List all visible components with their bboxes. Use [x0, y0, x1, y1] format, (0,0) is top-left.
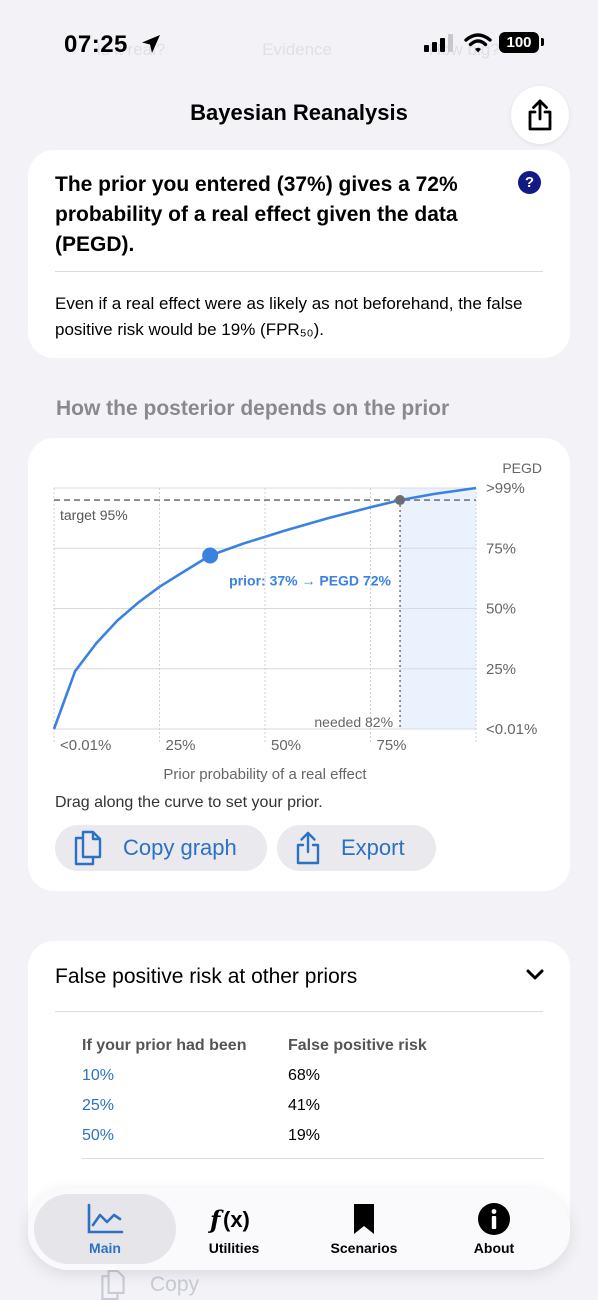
copy-graph-label: Copy graph [123, 835, 237, 860]
chevron-down-icon[interactable] [525, 967, 545, 983]
divider [82, 1158, 544, 1159]
divider [55, 1011, 543, 1012]
tab-bar: Main ƒ (x) Utilities Scenarios About [28, 1188, 570, 1270]
y-tick-label: >99% [486, 480, 525, 497]
prior-value[interactable]: 10% [82, 1067, 288, 1085]
y-tick-label: 50% [486, 601, 516, 618]
function-icon: ƒ (x) [208, 1205, 250, 1234]
export-button[interactable]: Export [277, 825, 436, 871]
y-tick-label: <0.01% [486, 721, 537, 738]
copy-graph-button[interactable]: Copy graph [55, 825, 267, 871]
fpr-value: 41% [288, 1097, 321, 1114]
column-header: False positive risk [288, 1037, 427, 1054]
battery-indicator: 100 [499, 32, 539, 53]
svg-text:ƒ: ƒ [208, 1205, 224, 1234]
bookmark-icon [354, 1204, 374, 1234]
tab-utilities[interactable]: ƒ (x) Utilities [166, 1194, 302, 1264]
tab-label: Scenarios [330, 1240, 398, 1256]
fpr-table: If your prior had been False positive ri… [82, 1031, 502, 1151]
fpr-value: 68% [288, 1067, 321, 1084]
drag-hint: Drag along the curve to set your prior. [55, 794, 323, 811]
fpr-title[interactable]: False positive risk at other priors [55, 965, 357, 989]
table-row: 50% 19% [82, 1121, 502, 1151]
x-tick-label: <0.01% [60, 737, 111, 754]
x-tick-label: 50% [271, 737, 301, 754]
table-row: 25% 41% [82, 1091, 502, 1121]
battery-cap [541, 38, 544, 46]
posterior-prior-chart[interactable]: prior: 37% → PEGD 72% target 95% needed 82… [28, 438, 570, 788]
selected-point-label: prior: 37% → PEGD 72% [229, 572, 391, 588]
summary-body: Even if a real effect were as likely as … [55, 294, 523, 339]
export-label: Export [341, 835, 405, 860]
target-intersection-point [395, 495, 406, 506]
page-title: Bayesian Reanalysis [190, 100, 408, 125]
x-tick-label: 75% [377, 737, 407, 754]
tab-main[interactable]: Main [34, 1194, 176, 1264]
chart-card: prior: 37% → PEGD 72% target 95% needed 82… [28, 438, 570, 891]
target-label: target 95% [60, 507, 128, 523]
fpr-value: 19% [288, 1127, 321, 1144]
y-axis-title: PEGD [502, 460, 542, 476]
location-arrow-icon [142, 35, 160, 53]
copy-icon [74, 830, 102, 866]
tab-scenarios[interactable]: Scenarios [296, 1194, 432, 1264]
chart-icon [87, 1203, 124, 1234]
tab-label: Utilities [208, 1240, 260, 1256]
info-icon [478, 1203, 510, 1235]
copy-label: Copy [150, 1273, 200, 1296]
copy-button-behind: Copy [98, 1268, 199, 1300]
table-row: 10% 68% [82, 1061, 502, 1091]
prior-value[interactable]: 25% [82, 1097, 288, 1115]
svg-text:(x): (x) [223, 1207, 250, 1232]
tab-label: Main [89, 1240, 121, 1256]
x-axis-title: Prior probability of a real effect [163, 766, 367, 783]
share-icon [528, 99, 552, 131]
help-icon[interactable]: ? [518, 171, 541, 194]
export-icon [296, 831, 320, 865]
status-bar: 07:25 100 [0, 0, 598, 88]
y-tick-label: 25% [486, 661, 516, 678]
copy-icon [101, 1269, 125, 1300]
divider [55, 271, 543, 272]
prior-value[interactable]: 50% [82, 1127, 288, 1145]
summary-headline: The prior you entered (37%) gives a 72% … [55, 173, 458, 256]
selected-prior-point [202, 547, 219, 564]
table-header: If your prior had been False positive ri… [82, 1031, 502, 1061]
summary-card: The prior you entered (37%) gives a 72% … [28, 150, 570, 358]
status-time: 07:25 [64, 31, 128, 58]
needed-label: needed 82% [314, 714, 393, 730]
tab-label: About [473, 1240, 515, 1256]
share-button[interactable] [511, 86, 569, 144]
cellular-signal-icon [424, 34, 453, 52]
wifi-icon [464, 33, 492, 53]
section-title: How the posterior depends on the prior [56, 397, 450, 420]
y-tick-label: 75% [486, 540, 516, 557]
tab-about[interactable]: About [426, 1194, 562, 1264]
column-header: If your prior had been [82, 1037, 247, 1054]
x-tick-label: 25% [166, 737, 196, 754]
